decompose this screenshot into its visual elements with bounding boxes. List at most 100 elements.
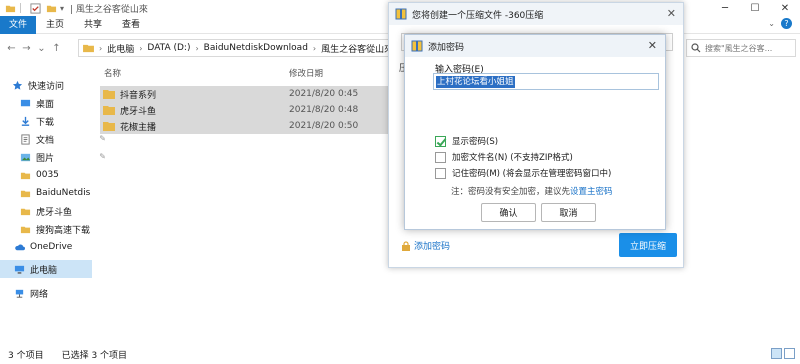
nav-downloads[interactable]: 下载 ✎ (20, 112, 112, 130)
up-arrow-icon[interactable]: ↑ (49, 43, 64, 54)
nav-label: 图片 (36, 153, 55, 164)
dialog-title: 添加密码 (428, 42, 465, 53)
remember-password-option[interactable]: 记住密码(M) (将会显示在管理密码窗口中) (435, 167, 611, 179)
search-input[interactable]: 搜索"風生之谷客... (686, 39, 796, 57)
nav-label: 此电脑 (30, 265, 58, 276)
maximize-button[interactable]: ☐ (740, 0, 770, 16)
window-controls: ─ ☐ ✕ (710, 0, 800, 16)
archive-icon (411, 40, 423, 52)
item-count: 3 个项目 (8, 350, 44, 361)
nav-folder-baidunetdisk[interactable]: BaiduNetdis (20, 184, 112, 202)
confirm-button[interactable]: 确认 (481, 203, 536, 222)
nav-quick-access[interactable]: 快速访问 (12, 76, 104, 94)
nav-label: 网络 (30, 289, 49, 300)
tab-share[interactable]: 共享 (74, 16, 112, 34)
pin-icon[interactable]: ✎ (99, 152, 106, 161)
back-arrow-icon[interactable]: ← (4, 43, 19, 54)
file-name: 花椒主播 (120, 122, 157, 133)
help-icon[interactable]: ? (781, 18, 792, 29)
folder-icon (5, 5, 16, 12)
file-name: 虎牙斗鱼 (120, 106, 157, 117)
nav-label: 虎牙斗鱼 (36, 207, 73, 218)
tab-view[interactable]: 查看 (112, 16, 150, 34)
properties-checkbox-icon[interactable] (30, 2, 41, 14)
column-header-date[interactable]: 修改日期 (289, 67, 323, 79)
cancel-button[interactable]: 取消 (541, 203, 596, 222)
close-icon[interactable]: ✕ (648, 39, 657, 52)
password-value: 上村花论坛看小姐姐 (436, 76, 515, 88)
note-text: 注：密码没有安全加密，建议先 (451, 187, 571, 197)
encrypt-filename-option[interactable]: 加密文件名(N) (不支持ZIP格式) (435, 151, 573, 163)
tab-home[interactable]: 主页 (36, 16, 74, 34)
recent-locations-icon[interactable]: ⌄ (34, 43, 49, 54)
pin-icon[interactable]: ✎ (99, 134, 106, 143)
show-password-option[interactable]: 显示密码(S) (435, 135, 498, 147)
computer-icon (14, 265, 25, 274)
star-icon (12, 80, 23, 90)
breadcrumb-this-pc[interactable]: 此电脑 (107, 42, 134, 55)
large-icons-view-icon[interactable] (784, 348, 795, 359)
download-icon (21, 116, 30, 126)
status-bar: 3 个项目 已选择 3 个项目 (0, 344, 800, 364)
view-toggle (771, 348, 795, 359)
new-folder-icon[interactable] (46, 3, 57, 14)
expand-ribbon-icon[interactable]: ⌄ (768, 19, 775, 28)
option-label: 显示密码(S) (452, 137, 499, 147)
remember-password-checkbox[interactable] (435, 167, 446, 179)
nav-label: BaiduNetdis (36, 188, 91, 198)
lock-icon (402, 240, 410, 251)
folder-icon (20, 172, 31, 179)
folder-icon (103, 90, 115, 99)
file-name: 抖音系列 (120, 90, 157, 101)
breadcrumb-drive[interactable]: DATA (D:) (147, 43, 190, 53)
nav-label: 下载 (36, 117, 55, 128)
search-icon (691, 43, 701, 53)
password-input[interactable]: 上村花论坛看小姐姐 (433, 73, 659, 90)
forward-arrow-icon[interactable]: → (19, 43, 34, 54)
nav-folder-sogou-download[interactable]: 搜狗高速下载 (20, 220, 112, 238)
folder-icon (103, 122, 115, 131)
minimize-button[interactable]: ─ (710, 0, 740, 16)
file-date: 2021/8/20 0:45 (289, 89, 359, 99)
breadcrumb-current-folder[interactable]: 風生之谷客從山來 (321, 42, 393, 55)
file-row[interactable]: 虎牙斗鱼 2021/8/20 0:48 (100, 102, 390, 118)
nav-folder-huya-douyu[interactable]: 虎牙斗鱼 (20, 202, 112, 220)
compress-now-button[interactable]: 立即压缩 (619, 233, 677, 257)
address-bar[interactable]: › 此电脑 › DATA (D:) › BaiduNetdiskDownload… (78, 39, 398, 57)
nav-pictures[interactable]: 图片 ✎ (20, 148, 112, 166)
set-master-password-link[interactable]: 设置主密码 (570, 187, 613, 197)
nav-onedrive[interactable]: OneDrive (14, 238, 106, 256)
option-label: 加密文件名(N) (不支持ZIP格式) (452, 153, 573, 163)
breadcrumb-baidu-folder[interactable]: BaiduNetdiskDownload (204, 43, 308, 53)
tab-file[interactable]: 文件 (0, 15, 36, 34)
encrypt-filename-checkbox[interactable] (435, 151, 446, 163)
archive-icon (395, 8, 407, 20)
file-date: 2021/8/20 0:50 (289, 121, 359, 131)
nav-folder-0035[interactable]: 0035 (20, 166, 112, 184)
cloud-icon (15, 244, 25, 250)
nav-network[interactable]: 网络 (14, 284, 106, 302)
desktop-icon (20, 99, 31, 106)
quick-access-dropdown-icon[interactable]: ▾ (60, 4, 64, 13)
picture-icon (20, 153, 31, 161)
add-password-link[interactable]: 添加密码 (401, 239, 450, 252)
nav-this-pc[interactable]: 此电脑 (0, 260, 92, 278)
close-button[interactable]: ✕ (770, 0, 800, 16)
window-title: | 風生之谷客從山來 (70, 4, 148, 15)
column-header-name[interactable]: 名称 (104, 67, 121, 79)
navigation-pane: 快速访问 桌面 ✎ 下载 ✎ 文档 ✎ 图片 ✎ 0035 BaiduNet (0, 64, 106, 344)
nav-documents[interactable]: 文档 ✎ (20, 130, 112, 148)
nav-label: 桌面 (36, 99, 55, 110)
file-row[interactable]: 花椒主播 2021/8/20 0:50 (100, 118, 390, 134)
nav-desktop[interactable]: 桌面 ✎ (20, 94, 112, 112)
show-password-checkbox[interactable] (435, 135, 446, 147)
nav-label: 文档 (36, 135, 55, 146)
details-view-icon[interactable] (771, 348, 782, 359)
add-password-label: 添加密码 (414, 242, 451, 252)
chevron-right-icon: › (312, 43, 317, 53)
close-icon[interactable]: ✕ (667, 7, 676, 20)
add-password-dialog: 添加密码 ✕ 输入密码(E) 上村花论坛看小姐姐 显示密码(S) 加密文件名(N… (404, 34, 666, 230)
file-row[interactable]: 抖音系列 2021/8/20 0:45 (100, 86, 390, 102)
option-label: 记住密码(M) (将会显示在管理密码窗口中) (452, 169, 612, 179)
chevron-right-icon: › (99, 43, 103, 53)
